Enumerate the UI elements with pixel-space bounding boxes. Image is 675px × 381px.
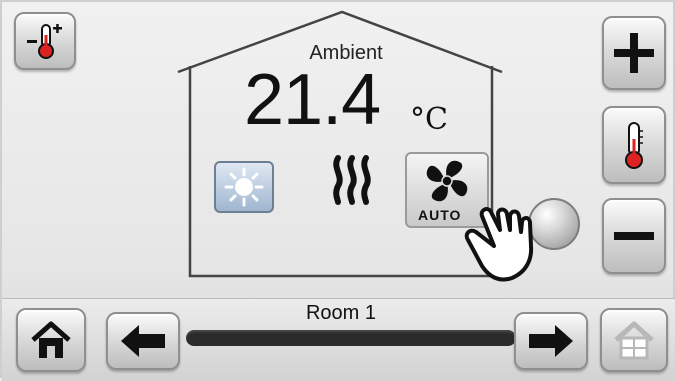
room-name: Room 1 bbox=[305, 302, 377, 324]
pointing-hand-icon bbox=[464, 207, 534, 282]
previous-room-button[interactable] bbox=[106, 312, 180, 370]
minus-button[interactable] bbox=[602, 198, 666, 274]
mode-sun-button[interactable] bbox=[214, 161, 274, 213]
plus-icon bbox=[614, 33, 654, 73]
thermometer-button[interactable] bbox=[602, 106, 666, 184]
rooms-overview-button[interactable] bbox=[600, 308, 668, 372]
thermostat-screen: Ambient 21.4 °C AUTO Room 1 bbox=[0, 0, 675, 381]
fan-auto-label: AUTO bbox=[418, 207, 462, 223]
sun-icon bbox=[224, 167, 264, 207]
minus-icon bbox=[614, 232, 654, 240]
plus-button[interactable] bbox=[602, 16, 666, 90]
thermometer-icon bbox=[625, 122, 643, 169]
arrow-left-icon bbox=[121, 325, 165, 357]
temperature-down-button[interactable] bbox=[14, 12, 76, 70]
temperature-value: 21.4 bbox=[244, 60, 381, 140]
heater-icon[interactable] bbox=[330, 152, 376, 208]
home-icon bbox=[31, 321, 71, 358]
arrow-right-icon bbox=[529, 325, 573, 357]
next-room-button[interactable] bbox=[514, 312, 588, 370]
home-button[interactable] bbox=[16, 308, 86, 372]
thermometer-minus-icon bbox=[27, 24, 62, 59]
room-selector-bar[interactable] bbox=[186, 330, 516, 346]
temperature-unit: °C bbox=[410, 102, 448, 137]
house-grid-icon bbox=[614, 321, 654, 360]
